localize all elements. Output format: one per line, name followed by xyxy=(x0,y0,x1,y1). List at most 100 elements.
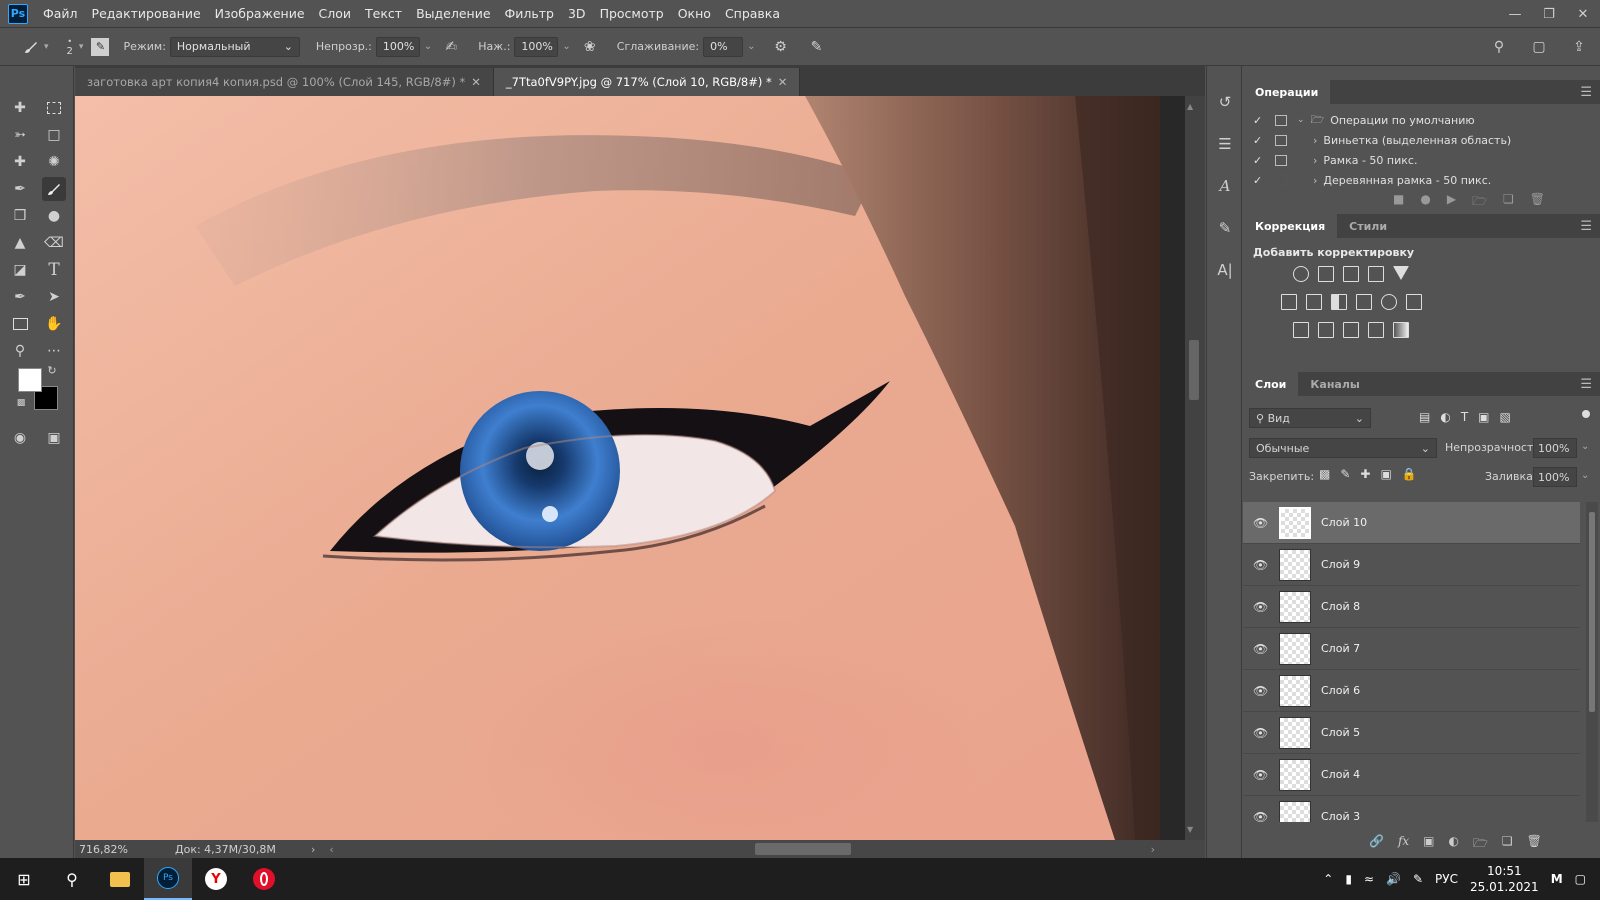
scrollbar-thumb[interactable] xyxy=(1189,340,1199,400)
eye-icon[interactable]: 👁 xyxy=(1253,600,1268,614)
close-icon[interactable]: ✕ xyxy=(778,75,788,89)
layer-row[interactable]: 👁 Слой 3 xyxy=(1243,796,1580,822)
curves-icon[interactable] xyxy=(1343,266,1359,282)
tab-channels[interactable]: Каналы xyxy=(1298,372,1371,396)
eye-icon[interactable]: 👁 xyxy=(1253,642,1268,656)
mode-select[interactable]: Нормальный ⌄ xyxy=(169,36,300,57)
menu-image[interactable]: Изображение xyxy=(208,6,312,21)
healing-brush-icon[interactable]: ✚ xyxy=(8,150,32,174)
search-icon[interactable]: ⚲ xyxy=(48,858,96,900)
smart-object-filter-icon[interactable]: ▧ xyxy=(1500,410,1511,424)
color-lookup-icon[interactable] xyxy=(1406,294,1422,310)
move-tool-icon[interactable]: ✚ xyxy=(8,96,32,120)
more-tools-icon[interactable]: ⋯ xyxy=(42,339,66,363)
shape-filter-icon[interactable]: ▣ xyxy=(1478,410,1489,424)
paragraph-panel-icon[interactable]: A| xyxy=(1213,258,1237,282)
lock-all-icon[interactable]: 🔒 xyxy=(1402,467,1417,481)
chevron-left-icon[interactable]: ‹ xyxy=(329,843,333,856)
dialog-toggle-icon[interactable] xyxy=(1275,154,1287,166)
action-row[interactable]: ✓ › Виньетка (выделенная область) xyxy=(1243,130,1583,150)
quick-selection-icon[interactable]: ✺ xyxy=(42,150,66,174)
eraser-icon[interactable]: ⌫ xyxy=(42,231,66,255)
dialog-toggle-icon[interactable] xyxy=(1275,174,1287,186)
check-icon[interactable]: ✓ xyxy=(1253,154,1267,167)
scroll-up-icon[interactable]: ▲ xyxy=(1187,102,1193,111)
photo-filter-icon[interactable] xyxy=(1356,294,1372,310)
eye-icon[interactable]: 👁 xyxy=(1253,726,1268,740)
flow-input[interactable]: 100% xyxy=(514,36,559,57)
action-row[interactable]: ✓ › Рамка - 50 пикс. xyxy=(1243,150,1583,170)
tab-document-jpg[interactable]: _7Tta0fV9PY.jpg @ 717% (Слой 10, RGB/8#)… xyxy=(493,68,801,96)
volume-icon[interactable]: 🔊 xyxy=(1386,872,1401,886)
layer-row[interactable]: 👁 Слой 9 xyxy=(1243,544,1580,586)
photoshop-taskbar-icon[interactable]: Ps xyxy=(144,858,192,900)
battery-icon[interactable]: ▮ xyxy=(1345,872,1352,886)
menu-icon[interactable]: ☰ xyxy=(1580,219,1592,234)
swap-colors-icon[interactable]: ↻ xyxy=(44,362,60,378)
color-balance-icon[interactable] xyxy=(1306,294,1322,310)
lock-artboard-icon[interactable]: ▣ xyxy=(1380,467,1391,481)
chevron-right-icon[interactable]: › xyxy=(1313,154,1317,167)
quick-mask-icon[interactable]: ◉ xyxy=(8,426,32,450)
image-filter-icon[interactable]: ▤ xyxy=(1419,410,1430,424)
threshold-icon[interactable] xyxy=(1343,322,1359,338)
menu-layers[interactable]: Слои xyxy=(312,6,359,21)
crop-tool-icon[interactable]: □ xyxy=(42,123,66,147)
chevron-right-icon[interactable]: › xyxy=(1151,843,1155,856)
layer-opacity-input[interactable]: 100% xyxy=(1533,438,1577,458)
lock-position-icon[interactable]: ✚ xyxy=(1360,467,1370,481)
chevron-down-icon[interactable]: ⌄ xyxy=(424,41,432,52)
yandex-browser-icon[interactable]: Y xyxy=(192,858,240,900)
gear-icon[interactable]: ⚙ xyxy=(770,36,792,58)
clone-stamp-icon[interactable]: ▲ xyxy=(8,231,32,255)
filter-toggle-icon[interactable] xyxy=(1582,410,1590,418)
tab-actions[interactable]: Операции xyxy=(1243,80,1331,104)
pressure-size-icon[interactable]: ✎ xyxy=(806,36,828,58)
blend-mode-select[interactable]: Обычные ⌄ xyxy=(1249,438,1437,458)
adjustment-filter-icon[interactable]: ◐ xyxy=(1440,410,1450,424)
screen-mode-icon[interactable]: ▣ xyxy=(42,426,66,450)
chevron-down-icon[interactable]: ▾ xyxy=(79,42,84,52)
invert-icon[interactable] xyxy=(1293,322,1309,338)
scrollbar-thumb[interactable] xyxy=(1589,512,1595,712)
new-layer-icon[interactable]: ❏ xyxy=(1502,834,1513,855)
smoothing-input[interactable]: 0% xyxy=(703,36,744,57)
hand-tool-icon[interactable]: ✋ xyxy=(42,312,66,336)
layer-row[interactable]: 👁 Слой 7 xyxy=(1243,628,1580,670)
stop-icon[interactable]: ■ xyxy=(1393,192,1404,213)
menu-help[interactable]: Справка xyxy=(718,6,787,21)
eye-icon[interactable]: 👁 xyxy=(1253,684,1268,698)
opera-browser-icon[interactable] xyxy=(240,858,288,900)
eye-icon[interactable]: 👁 xyxy=(1253,810,1268,823)
layers-scrollbar[interactable] xyxy=(1586,502,1598,822)
tab-layers[interactable]: Слои xyxy=(1243,372,1299,396)
dialog-toggle-icon[interactable] xyxy=(1275,114,1287,126)
brush-tool-icon[interactable] xyxy=(20,36,42,58)
play-icon[interactable]: ▶ xyxy=(1447,192,1456,213)
tab-adjustments[interactable]: Коррекция xyxy=(1243,214,1338,238)
type-filter-icon[interactable]: T xyxy=(1461,410,1468,424)
chevron-down-icon[interactable]: ▾ xyxy=(44,42,49,52)
record-icon[interactable]: ● xyxy=(1420,192,1430,213)
airbrush-icon[interactable]: ❀ xyxy=(579,36,601,58)
fill-input[interactable]: 100% xyxy=(1533,467,1577,487)
clock[interactable]: 10:51 25.01.2021 xyxy=(1470,863,1539,895)
horizontal-scrollbar-thumb[interactable] xyxy=(755,843,851,855)
chevron-down-icon[interactable]: ⌄ xyxy=(562,41,570,52)
chevron-down-icon[interactable]: ⌄ xyxy=(1581,470,1589,481)
lock-transparency-icon[interactable]: ▩ xyxy=(1319,467,1330,481)
link-icon[interactable]: 🔗 xyxy=(1369,834,1384,855)
brightness-icon[interactable] xyxy=(1293,266,1309,282)
share-icon[interactable]: ⇪ xyxy=(1568,36,1590,58)
trash-icon[interactable]: 🗑 xyxy=(1527,834,1542,855)
brush-icon[interactable] xyxy=(42,177,66,201)
chevron-down-icon[interactable]: ⌄ xyxy=(1581,441,1589,452)
menu-file[interactable]: Файл xyxy=(36,6,85,21)
adjustment-layer-icon[interactable]: ◐ xyxy=(1449,834,1459,855)
menu-3d[interactable]: 3D xyxy=(561,6,593,21)
history-brush-icon[interactable]: ❒ xyxy=(8,204,32,228)
menu-icon[interactable]: ☰ xyxy=(1580,377,1592,392)
check-icon[interactable]: ✓ xyxy=(1253,114,1267,127)
brush-preset-picker[interactable]: • 2 xyxy=(67,37,73,57)
default-colors-icon[interactable]: ▩ xyxy=(14,396,28,410)
